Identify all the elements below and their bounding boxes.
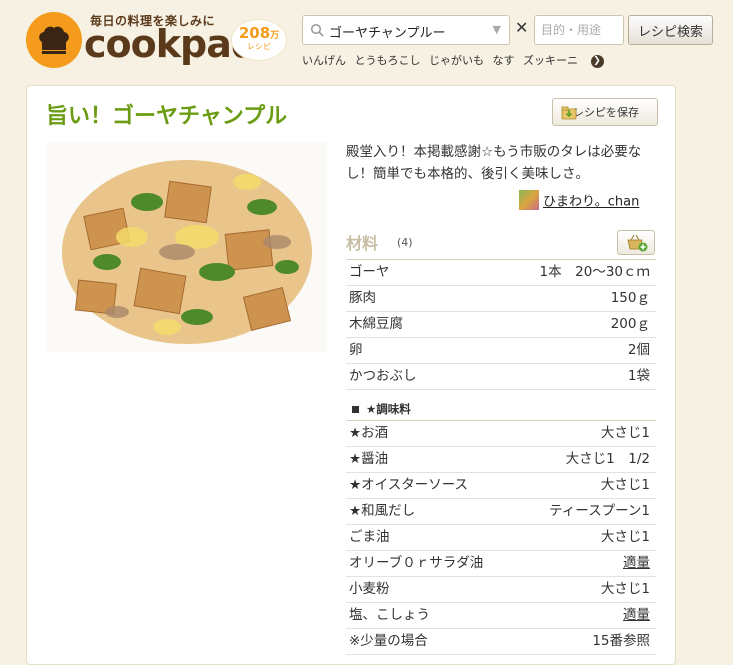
keyword-link[interactable]: いんげん	[302, 54, 346, 67]
author-link[interactable]: ひまわり。chan	[519, 190, 639, 210]
ingredient-row: オリーブ０ｒサラダ油 適量	[346, 551, 656, 577]
ingredients-heading: 材料	[346, 234, 379, 253]
keyword-link[interactable]: じゃがいも	[429, 54, 484, 67]
ingredient-name: ※少量の場合	[349, 633, 428, 649]
search-icon	[310, 23, 324, 37]
recipe-search-button[interactable]: レシピ検索	[628, 15, 713, 45]
save-recipe-label: レシピを保存	[573, 106, 639, 119]
ingredient-name: 豚肉	[349, 290, 376, 306]
recipe-count: 208	[238, 24, 271, 42]
ingredient-row: 豚肉 150ｇ	[346, 286, 656, 312]
popular-keywords: いんげん とうもろこし じゃがいも なす ズッキーニ ❯	[302, 52, 609, 68]
ingredient-amount: 1袋	[627, 368, 650, 384]
ingredient-amount: 大さじ1	[600, 529, 650, 545]
ingredient-row: ごま油 大さじ1	[346, 525, 656, 551]
ingredient-list: ゴーヤ 1本 20〜30ｃｍ 豚肉 150ｇ 木綿豆腐 200ｇ 卵 2個 かつ…	[346, 259, 656, 390]
recipe-description: 殿堂入り！本掲載感謝☆もう市販のタレは必要なし！簡単でも本格的、後引く美味しさ。	[346, 144, 642, 182]
ingredient-amount: 大さじ1	[600, 581, 650, 597]
ingredient-name: 卵	[349, 342, 363, 358]
servings-count: (4)	[397, 236, 413, 249]
ingredient-amount: 200ｇ	[610, 316, 650, 332]
ingredient-amount: 150ｇ	[610, 290, 650, 306]
seasoning-heading: ★調味料	[352, 401, 411, 417]
ingredient-row: ゴーヤ 1本 20〜30ｃｍ	[346, 259, 656, 286]
ingredient-name: オリーブ０ｒサラダ油	[349, 555, 484, 571]
site-header: 毎日の料理を楽しみに cookpad 208万 レシピ ゴーヤチャンプルー ▼ …	[0, 0, 733, 80]
ingredient-name: ★オイスターソース	[349, 477, 469, 493]
ingredient-name: ごま油	[349, 529, 390, 545]
ingredient-name: ★和風だし	[349, 503, 416, 519]
ingredient-amount: 大さじ1 1/2	[565, 451, 650, 467]
ingredient-name: 木綿豆腐	[349, 316, 403, 332]
ingredient-row: ★醤油 大さじ1 1/2	[346, 447, 656, 473]
ingredient-amount-link[interactable]: 適量	[623, 551, 650, 575]
recipe-count-unit: 万	[270, 31, 280, 41]
ingredient-row: 卵 2個	[346, 338, 656, 364]
ingredient-name: ゴーヤ	[349, 264, 390, 280]
ingredient-name: ★醤油	[349, 451, 389, 467]
author-name[interactable]: ひまわり。chan	[543, 195, 639, 210]
clear-search-icon[interactable]: ✕	[515, 18, 528, 37]
ingredient-row: かつおぶし 1袋	[346, 364, 656, 390]
save-recipe-button[interactable]: レシピを保存	[552, 98, 658, 126]
recipe-title: 旨い！ゴーヤチャンプル	[46, 104, 288, 129]
ingredient-amount: 大さじ1	[600, 425, 650, 441]
keyword-link[interactable]: ズッキーニ	[523, 54, 578, 67]
seasoning-list: ★お酒 大さじ1 ★醤油 大さじ1 1/2 ★オイスターソース 大さじ1 ★和風…	[346, 420, 656, 655]
seasoning-heading-text: ★調味料	[366, 402, 411, 416]
keyword-link[interactable]: とうもろこし	[355, 54, 421, 67]
ingredient-row: 小麦粉 大さじ1	[346, 577, 656, 603]
search-value: ゴーヤチャンプルー	[329, 26, 446, 41]
square-bullet-icon	[352, 406, 359, 413]
ingredient-row: ★和風だし ティースプーン1	[346, 499, 656, 525]
more-keywords-chevron-icon[interactable]: ❯	[590, 54, 604, 68]
basket-add-icon	[627, 234, 648, 252]
ingredient-row: ※少量の場合 15番参照	[346, 629, 656, 655]
ingredient-amount: 大さじ1	[600, 477, 650, 493]
ingredient-row: ★オイスターソース 大さじ1	[346, 473, 656, 499]
ingredient-name: 塩、こしょう	[349, 607, 430, 623]
recipe-photo[interactable]	[47, 142, 327, 352]
ingredient-name: 小麦粉	[349, 581, 390, 597]
ingredient-amount: ティースプーン1	[549, 503, 650, 519]
ingredient-row: 塩、こしょう 適量	[346, 603, 656, 629]
ingredient-amount: 1本 20〜30ｃｍ	[539, 264, 650, 280]
save-folder-icon	[561, 106, 577, 120]
ingredient-name: かつおぶし	[349, 368, 417, 384]
keyword-search-input[interactable]: ゴーヤチャンプルー ▼	[302, 15, 510, 45]
ingredient-row: 木綿豆腐 200ｇ	[346, 312, 656, 338]
ingredient-row: ★お酒 大さじ1	[346, 420, 656, 447]
ingredient-amount-link[interactable]: 適量	[623, 603, 650, 627]
add-to-shopping-list-button[interactable]	[617, 230, 655, 255]
keyword-link[interactable]: なす	[493, 54, 515, 67]
ingredient-amount: 2個	[627, 342, 650, 358]
logo-chef-hat-icon[interactable]	[26, 12, 82, 68]
ingredient-name: ★お酒	[349, 425, 389, 441]
ingredient-amount: 15番参照	[592, 633, 650, 649]
dropdown-arrow-icon[interactable]: ▼	[493, 23, 501, 36]
author-avatar[interactable]	[519, 190, 539, 210]
recipe-count-badge: 208万 レシピ	[232, 20, 286, 60]
purpose-input[interactable]	[534, 15, 624, 45]
recipe-count-label: レシピ	[247, 42, 271, 51]
